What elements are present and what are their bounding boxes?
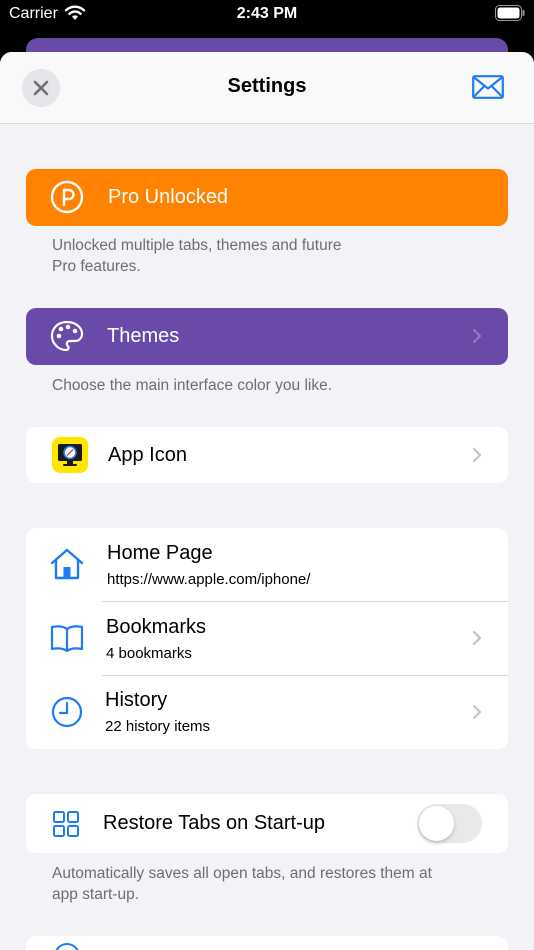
pro-footnote-line-2: Pro features. [52, 258, 141, 275]
clock: 2:43 PM [236, 5, 298, 22]
partial-icon [55, 943, 79, 950]
pro-icon [50, 180, 84, 214]
browsing-group: Home Page https://www.apple.com/iphone/ … [26, 528, 508, 749]
restore-footnote-line-2: app start-up. [52, 886, 140, 903]
next-settings-group [26, 936, 508, 950]
mail-icon[interactable] [472, 75, 504, 99]
settings-sheet: Settings Pro Unlocked Unlocked multiple … [0, 52, 534, 950]
history-count: 22 history items [105, 718, 211, 735]
home-page-title: Home Page [107, 542, 213, 564]
app-icon-image [58, 444, 82, 466]
chevron-right-icon [472, 630, 482, 646]
tabs-grid-icon [53, 811, 79, 837]
page-title: Settings [227, 75, 307, 97]
home-icon [50, 548, 84, 580]
bookmarks-title: Bookmarks [106, 616, 207, 638]
restore-tabs-group: Restore Tabs on Start-up [26, 794, 508, 853]
clock-icon [51, 696, 83, 728]
chevron-right-icon [472, 704, 482, 720]
palette-icon [50, 320, 84, 352]
bookmarks-count: 4 bookmarks [106, 645, 192, 662]
themes-label: Themes [107, 325, 180, 347]
app-icon-row[interactable]: App Icon [26, 427, 508, 483]
restore-footnote-line-1: Automatically saves all open tabs, and r… [52, 865, 432, 882]
restore-tabs-toggle[interactable] [417, 804, 482, 843]
chevron-right-icon [472, 447, 482, 463]
toggle-knob [419, 806, 454, 841]
home-page-url: https://www.apple.com/iphone/ [107, 571, 311, 588]
app-icon-group: App Icon [26, 427, 508, 483]
status-bar: Carrier 2:43 PM [0, 0, 534, 30]
restore-tabs-label: Restore Tabs on Start-up [103, 812, 325, 834]
chevron-right-icon [472, 328, 482, 344]
pro-unlocked-label: Pro Unlocked [108, 186, 229, 208]
pro-footnote: Unlocked multiple tabs, themes and futur… [52, 235, 492, 277]
themes-row[interactable]: Themes [26, 308, 508, 365]
navigation-bar: Settings [0, 52, 534, 124]
history-row[interactable]: History 22 history items [26, 676, 508, 749]
history-title: History [105, 689, 168, 711]
home-page-row[interactable]: Home Page https://www.apple.com/iphone/ [26, 528, 508, 601]
restore-tabs-footnote: Automatically saves all open tabs, and r… [52, 863, 492, 905]
app-icon-label: App Icon [108, 444, 187, 466]
pro-footnote-line-1: Unlocked multiple tabs, themes and futur… [52, 237, 342, 254]
restore-tabs-row: Restore Tabs on Start-up [26, 794, 508, 853]
bookmarks-row[interactable]: Bookmarks 4 bookmarks [26, 602, 508, 675]
app-icon-preview [52, 437, 88, 473]
pro-unlocked-card[interactable]: Pro Unlocked [26, 169, 508, 226]
battery-icon [495, 5, 525, 21]
book-icon [50, 625, 84, 652]
themes-footnote: Choose the main interface color you like… [52, 377, 333, 394]
